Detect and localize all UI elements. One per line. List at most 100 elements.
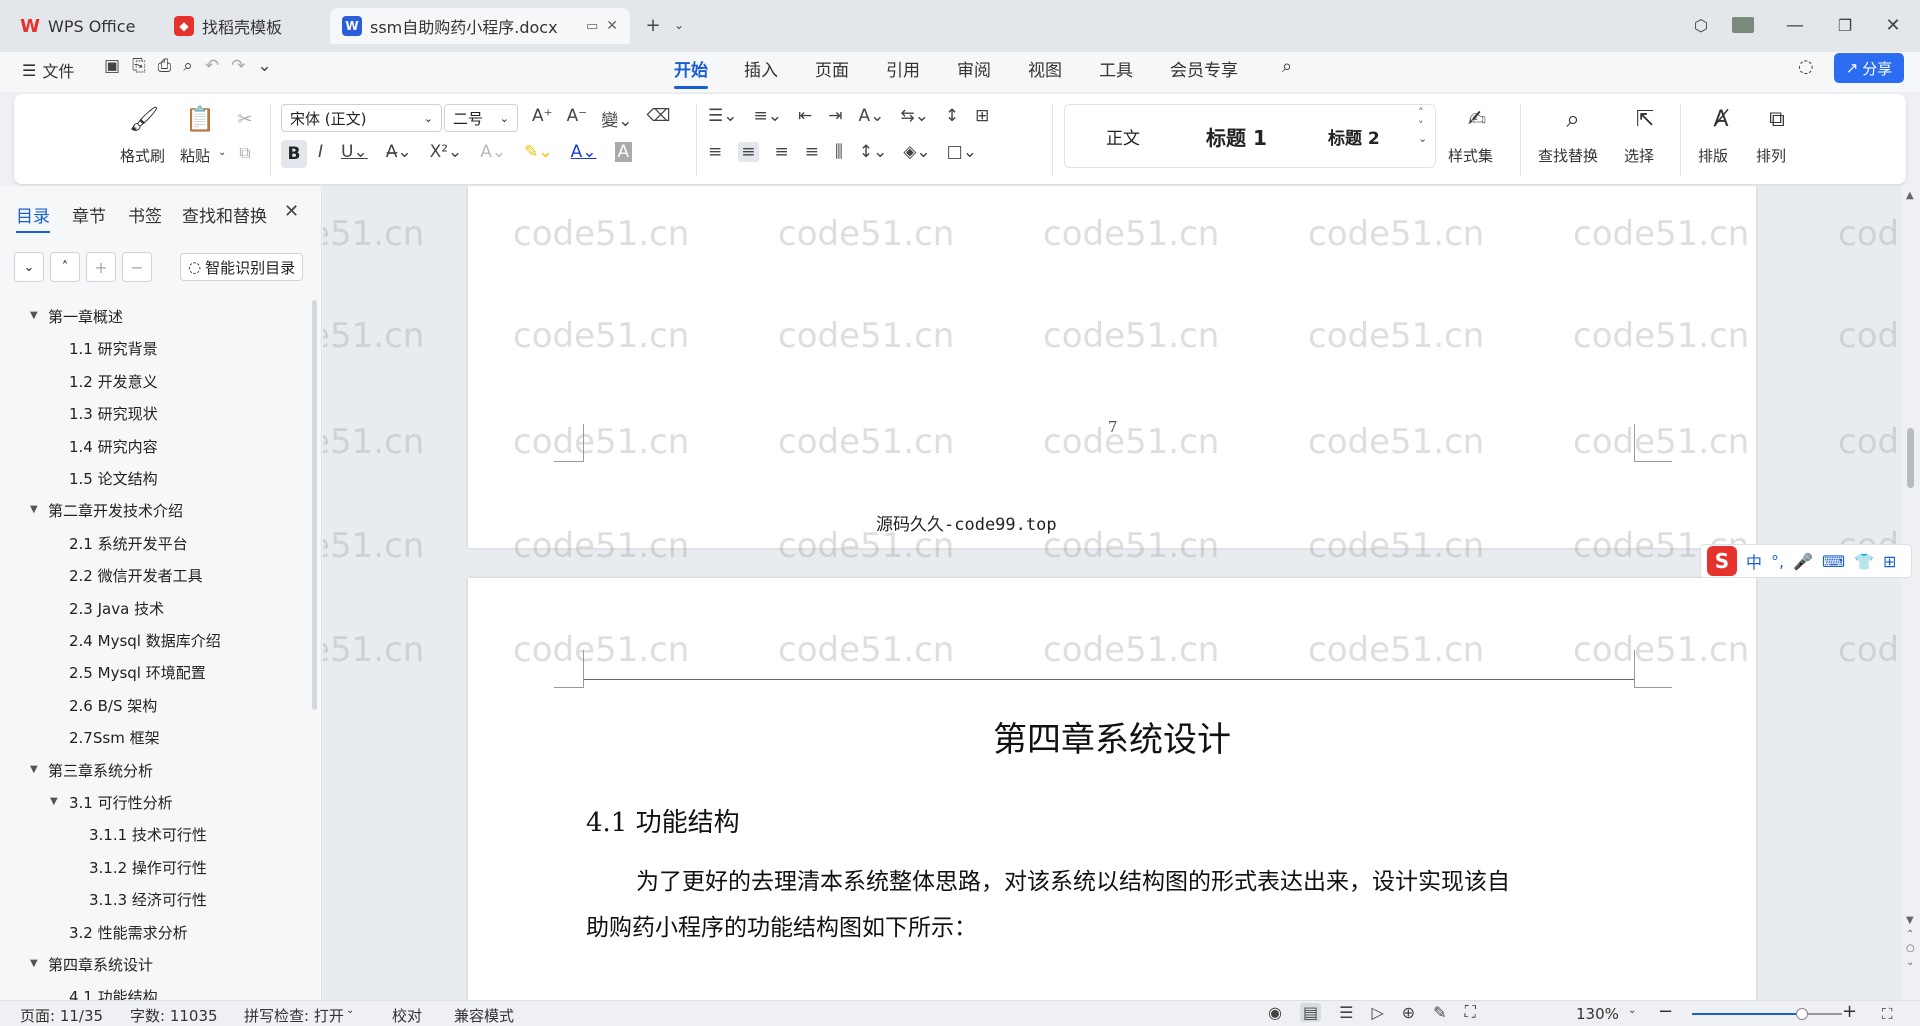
menu-tab-insert[interactable]: 插入 — [744, 56, 778, 81]
style-scroll-icon[interactable]: ˄ ˅ ⌄ — [1418, 106, 1427, 145]
toc-item[interactable]: 第四章系统设计 — [48, 954, 153, 975]
expand-up-icon[interactable]: ˄ — [50, 252, 80, 282]
increase-indent-icon[interactable]: ⇥ — [828, 106, 842, 126]
play-icon[interactable]: ▷ — [1371, 1003, 1383, 1022]
show-marks-icon[interactable]: ⊞ — [975, 106, 989, 126]
body-paragraph-line[interactable]: 助购药小程序的功能结构图如下所示： — [586, 908, 977, 942]
zoom-level[interactable]: 130% — [1576, 1005, 1619, 1023]
window-mode-icon[interactable]: ▭ — [586, 19, 598, 34]
export-pdf-icon[interactable]: ⎘ — [132, 56, 146, 76]
zoom-slider-thumb[interactable] — [1795, 1008, 1808, 1020]
keyboard-icon[interactable]: ⌨ — [1822, 552, 1845, 571]
toc-expand-icon[interactable]: ▼ — [30, 958, 38, 969]
close-pane-icon[interactable]: ✕ — [284, 201, 299, 222]
print-icon[interactable]: ⎙ — [158, 56, 172, 76]
microphone-icon[interactable]: 🎤 — [1793, 552, 1813, 571]
strikethrough-button[interactable]: A̶⌄ — [386, 142, 412, 162]
vertical-scrollbar[interactable]: ▲ ▼ ⌃ ○ ⌄ — [1902, 186, 1920, 1000]
remove-heading-icon[interactable]: − — [122, 252, 152, 282]
ime-toolbar[interactable]: S 中 °, 🎤 ⌨ 👕 ⊞ — [1700, 544, 1912, 578]
outline-view-icon[interactable]: ☰ — [1339, 1003, 1353, 1022]
layout-icon[interactable]: Ⱥ — [1706, 104, 1736, 134]
shading-icon[interactable]: ◈⌄ — [903, 142, 930, 162]
text-direction-icon[interactable]: A⌄ — [858, 106, 884, 126]
restore-icon[interactable]: ❐ — [1830, 10, 1860, 40]
page-count[interactable]: 页面: 11/35 — [20, 1005, 103, 1026]
font-color-button[interactable]: A⌄ — [571, 142, 597, 162]
line-spacing-icon[interactable]: ↕⌄ — [859, 142, 888, 162]
toc-expand-icon[interactable]: ▼ — [50, 796, 58, 807]
tab-document[interactable]: W ssm自助购药小程序.docx ▭ ✕ — [330, 8, 630, 44]
select-label[interactable]: 选择 — [1624, 145, 1654, 166]
align-center-icon[interactable]: ≡ — [738, 142, 759, 162]
toc-item[interactable]: 1.3 研究现状 — [69, 403, 158, 424]
fullscreen-icon[interactable]: ⛶ — [1882, 1005, 1893, 1023]
highlight-button[interactable]: ✎⌄ — [524, 142, 553, 162]
menu-tab-review[interactable]: 审阅 — [957, 56, 991, 81]
line-break-icon[interactable]: ⇆⌄ — [900, 106, 929, 126]
toc-item[interactable]: 2.7Ssm 框架 — [69, 727, 160, 748]
toc-item[interactable]: 1.2 开发意义 — [69, 371, 158, 392]
style-heading-1[interactable]: 标题 1 — [1206, 122, 1267, 151]
shrink-font-icon[interactable]: A⁻ — [567, 106, 588, 131]
font-family-select[interactable]: 宋体 (正文) ⌄ — [281, 104, 442, 132]
phonetic-icon[interactable]: 變⌄ — [601, 106, 632, 131]
zoom-chevron-icon[interactable]: ⌄ — [1628, 1005, 1636, 1016]
style-heading-2[interactable]: 标题 2 — [1328, 124, 1380, 149]
bullet-list-icon[interactable]: ☰⌄ — [708, 106, 737, 126]
zoom-in-icon[interactable]: + — [1842, 1001, 1857, 1022]
find-replace-icon[interactable]: ⌕ — [1558, 104, 1588, 134]
border-icon[interactable]: □⌄ — [947, 142, 977, 162]
menu-tab-page[interactable]: 页面 — [815, 56, 849, 81]
chat-icon[interactable]: ◌ — [1798, 56, 1814, 77]
italic-button[interactable]: I — [318, 142, 323, 162]
menu-tab-reference[interactable]: 引用 — [886, 56, 920, 81]
sidebar-scrollbar[interactable] — [312, 300, 317, 710]
toc-item[interactable]: 2.4 Mysql 数据库介绍 — [69, 630, 221, 651]
eye-protection-icon[interactable]: ◉ — [1268, 1003, 1282, 1022]
toc-item[interactable]: 2.3 Java 技术 — [69, 598, 164, 619]
toc-item[interactable]: 3.2 性能需求分析 — [69, 922, 188, 943]
smart-toc-button[interactable]: ◌ 智能识别目录 — [180, 253, 304, 281]
zoom-slider[interactable] — [1692, 1008, 1842, 1020]
align-right-icon[interactable]: ≡ — [775, 142, 789, 162]
tab-template[interactable]: ◆ 找稻壳模板 — [162, 8, 322, 44]
undo-icon[interactable]: ↶ — [205, 56, 219, 76]
justify-icon[interactable]: ≡ — [805, 142, 819, 162]
redo-icon[interactable]: ↷ — [231, 56, 245, 76]
clear-format-icon[interactable]: ⌫ — [646, 106, 670, 131]
share-button[interactable]: ↗ 分享 — [1834, 53, 1904, 83]
close-tab-icon[interactable]: ✕ — [606, 18, 618, 34]
toc-item[interactable]: 2.2 微信开发者工具 — [69, 565, 203, 586]
section-heading[interactable]: 4.1 功能结构 — [586, 802, 740, 839]
cut-icon[interactable]: ✂ — [234, 108, 256, 130]
scroll-thumb[interactable] — [1907, 428, 1914, 488]
tab-wps-office[interactable]: W WPS Office — [8, 8, 154, 44]
toc-item[interactable]: 第二章开发技术介绍 — [48, 500, 183, 521]
font-size-select[interactable]: 二号 ⌄ — [444, 104, 518, 132]
char-shading-button[interactable]: A — [614, 142, 633, 162]
menu-tab-tools[interactable]: 工具 — [1099, 56, 1133, 81]
word-count[interactable]: 字数: 11035 — [130, 1005, 218, 1026]
zoom-out-icon[interactable]: − — [1658, 1001, 1673, 1022]
punctuation-icon[interactable]: °, — [1771, 552, 1784, 571]
spell-chevron-icon[interactable]: ⌄ — [346, 1005, 354, 1016]
pen-icon[interactable]: ✎ — [1433, 1003, 1446, 1022]
toc-item[interactable]: 1.4 研究内容 — [69, 436, 158, 457]
text-effect-button[interactable]: A⌄ — [480, 142, 506, 162]
page-view-icon[interactable]: ▤ — [1299, 1002, 1322, 1022]
tab-list-chevron-icon[interactable]: ⌄ — [664, 10, 694, 40]
nav-tab-bookmarks[interactable]: 书签 — [128, 202, 162, 227]
nav-tab-find-replace[interactable]: 查找和替换 — [182, 202, 267, 227]
style-normal[interactable]: 正文 — [1106, 124, 1140, 149]
save-icon[interactable]: ▣ — [104, 56, 120, 76]
toc-item[interactable]: 3.1 可行性分析 — [69, 792, 173, 813]
toc-item[interactable]: 1.1 研究背景 — [69, 338, 158, 359]
toc-item[interactable]: 3.1.1 技术可行性 — [89, 824, 207, 845]
scroll-up-icon[interactable]: ▲ — [1906, 190, 1914, 201]
ime-mode[interactable]: 中 — [1746, 549, 1762, 573]
minimize-icon[interactable]: — — [1780, 10, 1810, 40]
menu-tab-home[interactable]: 开始 — [674, 56, 708, 89]
underline-button[interactable]: U⌄ — [341, 142, 368, 162]
print-preview-icon[interactable]: ⌕ — [183, 56, 193, 76]
